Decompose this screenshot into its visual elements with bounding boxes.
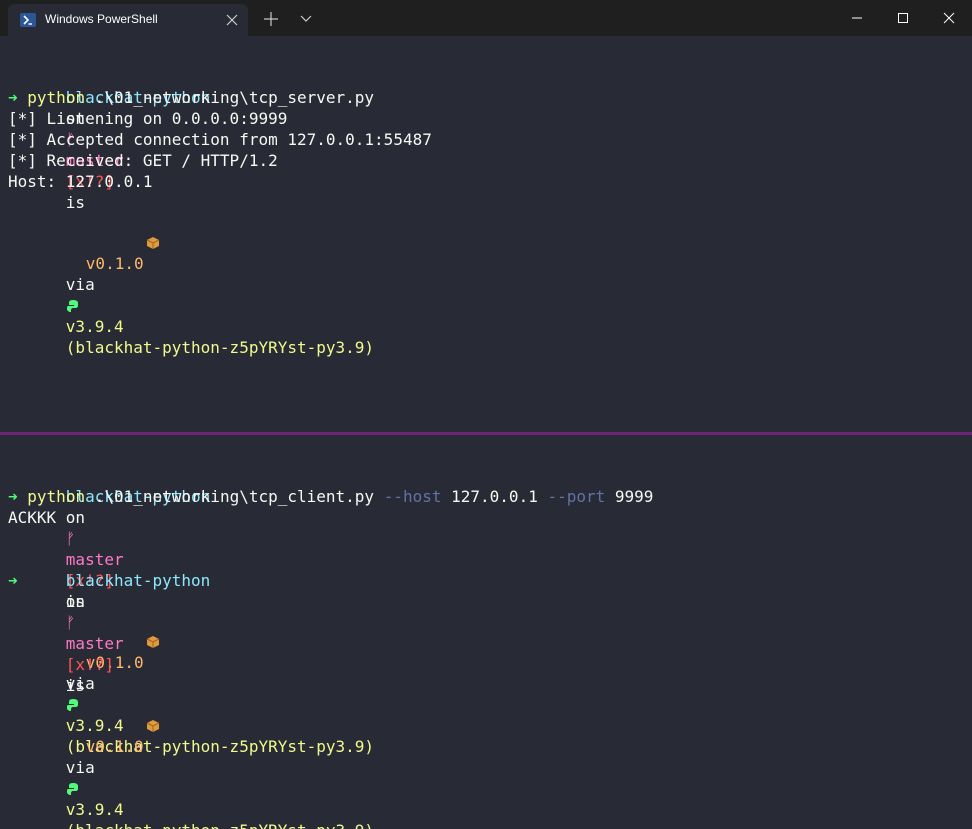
prompt-python-version: v3.9.4 bbox=[65, 800, 124, 819]
command-line-empty[interactable]: ➜ bbox=[8, 570, 18, 591]
output-line: [*] Received: GET / HTTP/1.2 bbox=[8, 151, 278, 170]
maximize-button[interactable] bbox=[880, 0, 926, 36]
prompt-line: blackhat-python on ᚠ master [x!?] is v0.… bbox=[65, 88, 375, 357]
tab-title: Windows PowerShell bbox=[45, 12, 158, 26]
package-icon bbox=[69, 213, 160, 249]
branch-icon: ᚠ bbox=[65, 529, 76, 548]
prompt-branch: master bbox=[65, 634, 124, 653]
output-line: ACKKK bbox=[8, 508, 57, 527]
maximize-icon bbox=[898, 13, 908, 23]
window-close-button[interactable] bbox=[926, 0, 972, 36]
prompt-dir: blackhat-python bbox=[65, 571, 211, 590]
minimize-button[interactable] bbox=[834, 0, 880, 36]
close-icon bbox=[943, 12, 955, 24]
close-icon[interactable] bbox=[222, 10, 242, 30]
prompt-python-version: v3.9.4 bbox=[65, 317, 124, 336]
chevron-down-icon[interactable] bbox=[296, 9, 316, 29]
command-args: .\01_networking\tcp_client.py bbox=[85, 487, 384, 506]
prompt-venv: (blackhat-python-z5pYRYst-py3.9) bbox=[66, 821, 374, 829]
prompt-arrow: ➜ bbox=[8, 571, 18, 590]
output-line: [*] Listening on 0.0.0.0:9999 bbox=[8, 109, 288, 128]
command-args: .\01_networking\tcp_server.py bbox=[85, 88, 375, 107]
flag-host: --host bbox=[383, 487, 442, 506]
python-icon bbox=[66, 779, 80, 798]
prompt-line: blackhat-python on ᚠ master [x!?] is v0.… bbox=[8, 549, 374, 829]
powershell-icon bbox=[20, 13, 36, 27]
command-name: python bbox=[27, 88, 86, 107]
port-value: 9999 bbox=[605, 487, 654, 506]
prompt-venv: (blackhat-python-z5pYRYst-py3.9) bbox=[65, 338, 375, 357]
host-value: 127.0.0.1 bbox=[441, 487, 548, 506]
terminal-pane-top[interactable]: blackhat-python on ᚠ master [x!?] is v0.… bbox=[0, 36, 972, 432]
prompt-git-status: [x!?] bbox=[65, 655, 114, 674]
terminal-window: Windows PowerShell blackhat-python on ᚠ … bbox=[0, 0, 972, 829]
flag-port: --port bbox=[547, 487, 606, 506]
command-name: python bbox=[27, 487, 86, 506]
command-line: ➜ python .\01_networking\tcp_client.py -… bbox=[8, 486, 653, 507]
prompt-line: blackhat-python on ᚠ master [x!?] is v0.… bbox=[65, 487, 375, 756]
python-icon bbox=[66, 296, 80, 315]
prompt-arrow: ➜ bbox=[8, 88, 18, 107]
terminal-pane-bottom[interactable]: blackhat-python on ᚠ master [x!?] is v0.… bbox=[0, 435, 972, 829]
output-line: Host: 127.0.0.1 bbox=[8, 172, 153, 191]
command-line: ➜ python .\01_networking\tcp_server.py bbox=[8, 87, 374, 108]
branch-icon: ᚠ bbox=[65, 613, 76, 632]
tab-windows-powershell[interactable]: Windows PowerShell bbox=[8, 4, 248, 36]
new-tab-plus-icon[interactable] bbox=[261, 9, 281, 29]
output-line: [*] Accepted connection from 127.0.0.1:5… bbox=[8, 130, 432, 149]
title-bar: Windows PowerShell bbox=[0, 0, 972, 36]
minimize-icon bbox=[852, 17, 862, 19]
package-icon bbox=[69, 696, 160, 732]
prompt-arrow: ➜ bbox=[8, 487, 18, 506]
